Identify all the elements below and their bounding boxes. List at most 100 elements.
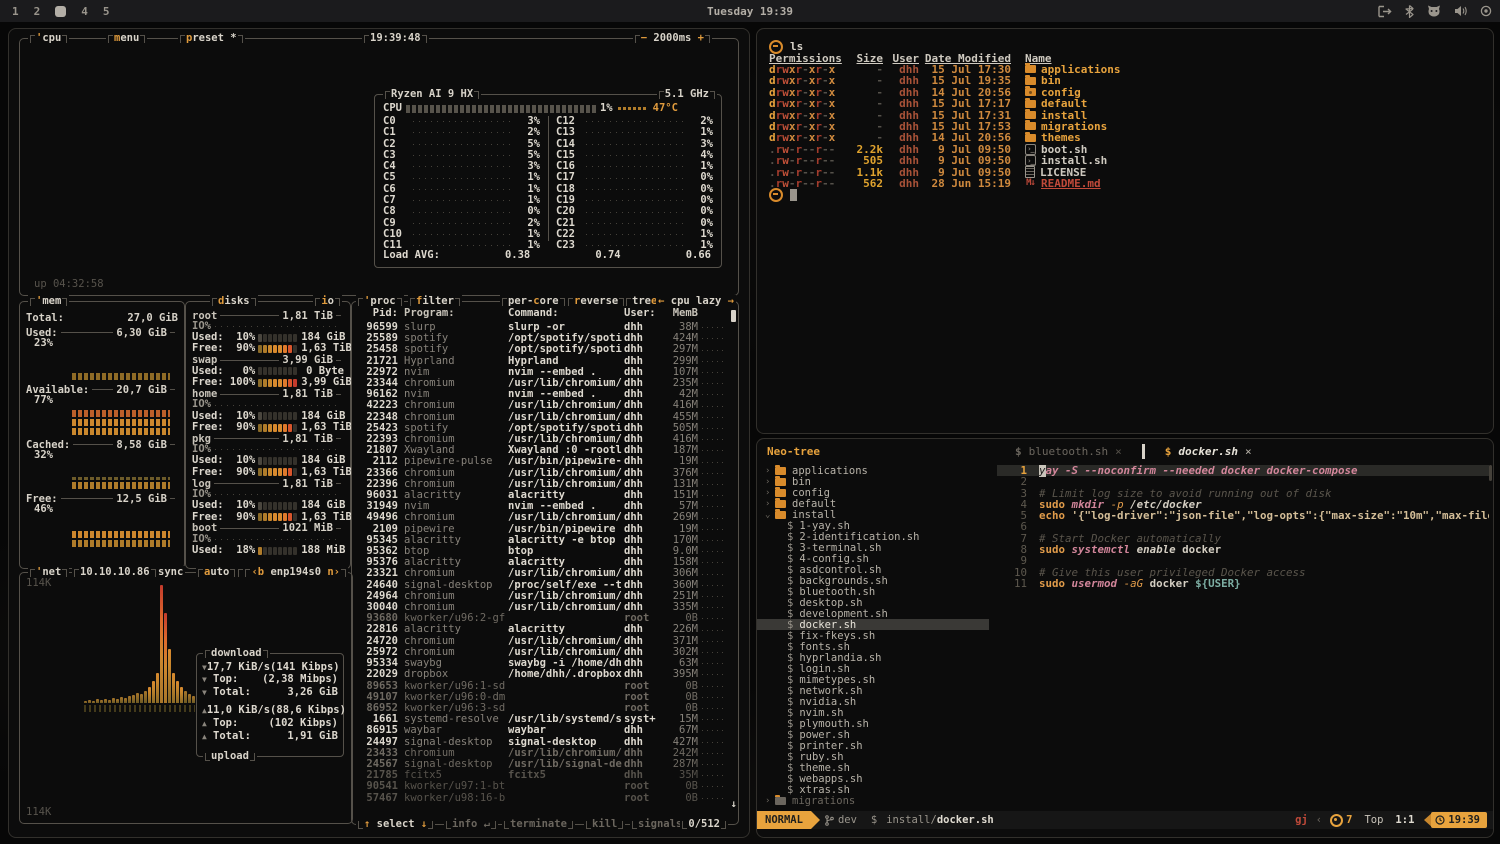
process-row[interactable]: 21807XwaylandXwayland :0 -rootldhh187M0.… (356, 445, 724, 456)
tab-docker.sh[interactable]: $docker.sh× (1149, 439, 1268, 463)
process-row[interactable]: 96599slurpslurp -ordhh38M0.0 (356, 322, 724, 333)
neotree-panel[interactable]: ›applications›bin›config›default⌄install… (757, 465, 989, 809)
auto-button[interactable]: auto (196, 566, 237, 579)
update-interval[interactable]: − 2000ms + (633, 32, 712, 45)
process-row[interactable]: 22348chromium/usr/lib/chromium/dhh455M0.… (356, 412, 724, 423)
process-row[interactable]: 25458spotify/opt/spotify/spotidhh297M0.2 (356, 344, 724, 355)
process-row[interactable]: 2112pipewire-pulse/usr/bin/pipewire-dhh1… (356, 456, 724, 467)
net-interface[interactable]: ‹b enp194s0 n› (243, 566, 348, 579)
process-row[interactable]: 42223chromium/usr/lib/chromium/dhh416M0.… (356, 400, 724, 411)
editor-buffer[interactable]: 1yay -S --noconfirm --needed docker dock… (997, 465, 1489, 809)
info-button[interactable]: info ↵ (444, 818, 498, 831)
process-row[interactable]: 24567signal-desktop/usr/lib/signal-dedhh… (356, 759, 724, 770)
process-row[interactable]: 95376alacrittyalacrittydhh158M0.0 (356, 557, 724, 568)
kill-button[interactable]: kill (584, 818, 625, 831)
process-row[interactable]: 31949nvimnvim --embed .dhh57M0.0 (356, 501, 724, 512)
editor-scrollbar[interactable] (1489, 465, 1492, 481)
tree-item-xtras.sh[interactable]: $xtras.sh (757, 784, 989, 795)
tree-item-migrations[interactable]: ›migrations (757, 795, 989, 806)
tree-item-1-yay.sh[interactable]: $1-yay.sh (757, 520, 989, 531)
proc-nav[interactable]: ← cpu lazy → (656, 295, 736, 308)
proc-scrollbar-thumb[interactable] (731, 310, 736, 322)
process-row[interactable]: 24964chromium/usr/lib/chromium/dhh251M0.… (356, 591, 724, 602)
process-row[interactable]: 22816alacrittyalacrittydhh226M0.0 (356, 624, 724, 635)
terminate-button[interactable]: terminate (502, 818, 575, 831)
process-row[interactable]: 1661systemd-resolve/usr/lib/systemd/ssys… (356, 714, 724, 725)
process-row[interactable]: 22393chromium/usr/lib/chromium/dhh416M0.… (356, 434, 724, 445)
process-row[interactable]: 22396chromium/usr/lib/chromium/dhh131M0.… (356, 479, 724, 490)
process-row[interactable]: 95345alacrittyalacritty -e btopdhh170M0.… (356, 535, 724, 546)
plugin-count[interactable]: 7 (1346, 814, 1352, 826)
process-row[interactable]: 90541kworker/u97:1-btroot0B0.0 (356, 781, 724, 792)
process-row[interactable]: 23344chromium/usr/lib/chromium/dhh235M0.… (356, 378, 724, 389)
tree-item-docker.sh[interactable]: $docker.sh (757, 619, 989, 630)
process-row[interactable]: 95362btopbtopdhh9.0M0.0 (356, 546, 724, 557)
select-buttons[interactable]: ↑ select ↓ (356, 818, 435, 831)
tab-bluetooth.sh[interactable]: $bluetooth.sh× (999, 439, 1138, 463)
process-row[interactable]: 25972chromium/usr/lib/chromium/dhh302M0.… (356, 647, 724, 658)
tree-item-bluetooth.sh[interactable]: $bluetooth.sh (757, 586, 989, 597)
menu-button[interactable]: menu (106, 32, 147, 45)
tree-item-backgrounds.sh[interactable]: $backgrounds.sh (757, 575, 989, 586)
code-line-8[interactable]: 8sudo systemctl enable docker (997, 544, 1489, 555)
process-row[interactable]: 49107kworker/u96:0-dmroot0B0.0 (356, 692, 724, 703)
logout-icon[interactable] (1378, 5, 1392, 18)
tree-item-fonts.sh[interactable]: $fonts.sh (757, 641, 989, 652)
io-toggle[interactable]: io (313, 295, 342, 308)
process-row[interactable]: 24720chromium/usr/lib/chromium/dhh371M0.… (356, 636, 724, 647)
per-core-toggle[interactable]: per-core (500, 295, 567, 308)
code-line-1[interactable]: 1yay -S --noconfirm --needed docker dock… (997, 465, 1489, 476)
mem-box-label[interactable]: 'mem (28, 295, 69, 308)
process-row[interactable]: 24497signal-desktopsignal-desktopdhh427M… (356, 737, 724, 748)
close-icon[interactable]: × (1245, 445, 1252, 458)
volume-icon[interactable] (1454, 5, 1467, 17)
cat-icon[interactable] (1427, 5, 1441, 17)
tree-item-install[interactable]: ⌄install (757, 509, 989, 520)
tree-item-webapps.sh[interactable]: $webapps.sh (757, 773, 989, 784)
tree-item-nvidia.sh[interactable]: $nvidia.sh (757, 696, 989, 707)
process-row[interactable]: 96031alacrittyalacrittydhh151M0.0 (356, 490, 724, 501)
process-row[interactable]: 49496chromium/usr/lib/chromium/dhh269M0.… (356, 512, 724, 523)
process-list[interactable]: 96599slurpslurp -ordhh38M0.025589spotify… (356, 322, 724, 820)
process-row[interactable]: 25423spotify/opt/spotify/spotidhh505M0.0 (356, 423, 724, 434)
tree-item-login.sh[interactable]: $login.sh (757, 663, 989, 674)
bluetooth-icon[interactable] (1405, 5, 1414, 18)
record-icon[interactable] (1480, 5, 1492, 17)
reverse-toggle[interactable]: reverse (566, 295, 626, 308)
tree-item-ruby.sh[interactable]: $ruby.sh (757, 751, 989, 762)
process-row[interactable]: 22972nvimnvim --embed .dhh107M0.0 (356, 367, 724, 378)
process-row[interactable]: 24640signal-desktop/proc/self/exe --tdhh… (356, 580, 724, 591)
code-line-5[interactable]: 5echo '{"log-driver":"json-file","log-op… (997, 510, 1489, 521)
process-row[interactable]: 30040chromium/usr/lib/chromium/dhh335M0.… (356, 602, 724, 613)
file-path[interactable]: install/docker.sh (886, 814, 993, 826)
tree-item-3-terminal.sh[interactable]: $3-terminal.sh (757, 542, 989, 553)
process-row[interactable]: 2109pipewire/usr/bin/pipewiredhh19M0.0 (356, 524, 724, 535)
process-row[interactable]: 93680kworker/u96:2-gfroot0B0.0 (356, 613, 724, 624)
tree-item-power.sh[interactable]: $power.sh (757, 729, 989, 740)
process-row[interactable]: 23321chromium/usr/lib/chromium/dhh306M0.… (356, 568, 724, 579)
tree-item-hyprlandia.sh[interactable]: $hyprlandia.sh (757, 652, 989, 663)
sync-button[interactable]: sync (156, 566, 185, 579)
tree-item-2-identification.sh[interactable]: $2-identification.sh (757, 531, 989, 542)
process-row[interactable]: 95334swaybgswaybg -i /home/dhdhh63M0.0 (356, 658, 724, 669)
process-row[interactable]: 96162nvimnvim --embed .dhh42M0.0 (356, 389, 724, 400)
tree-item-theme.sh[interactable]: $theme.sh (757, 762, 989, 773)
code-line-11[interactable]: 11sudo usermod -aG docker ${USER} (997, 578, 1489, 589)
tree-item-plymouth.sh[interactable]: $plymouth.sh (757, 718, 989, 729)
tree-item-config[interactable]: ›config (757, 487, 989, 498)
file-row[interactable]: .rw-r--r--562dhh28 Jun 15:19README.md (769, 178, 1485, 189)
process-row[interactable]: 86915waybarwaybardhh67M0.0 (356, 725, 724, 736)
process-row[interactable]: 25589spotify/opt/spotify/spotidhh424M0.2 (356, 333, 724, 344)
tree-item-development.sh[interactable]: $development.sh (757, 608, 989, 619)
close-icon[interactable]: × (1115, 445, 1122, 458)
tree-item-bin[interactable]: ›bin (757, 476, 989, 487)
process-row[interactable]: 23433chromium/usr/lib/chromium/dhh242M0.… (356, 748, 724, 759)
prompt-line-2[interactable] (769, 189, 1485, 200)
filter-button[interactable]: filter (408, 295, 462, 308)
tree-item-printer.sh[interactable]: $printer.sh (757, 740, 989, 751)
tree-item-mimetypes.sh[interactable]: $mimetypes.sh (757, 674, 989, 685)
preset-button[interactable]: preset * (178, 32, 245, 45)
tree-item-fix-fkeys.sh[interactable]: $fix-fkeys.sh (757, 630, 989, 641)
tree-item-nvim.sh[interactable]: $nvim.sh (757, 707, 989, 718)
tree-item-applications[interactable]: ›applications (757, 465, 989, 476)
